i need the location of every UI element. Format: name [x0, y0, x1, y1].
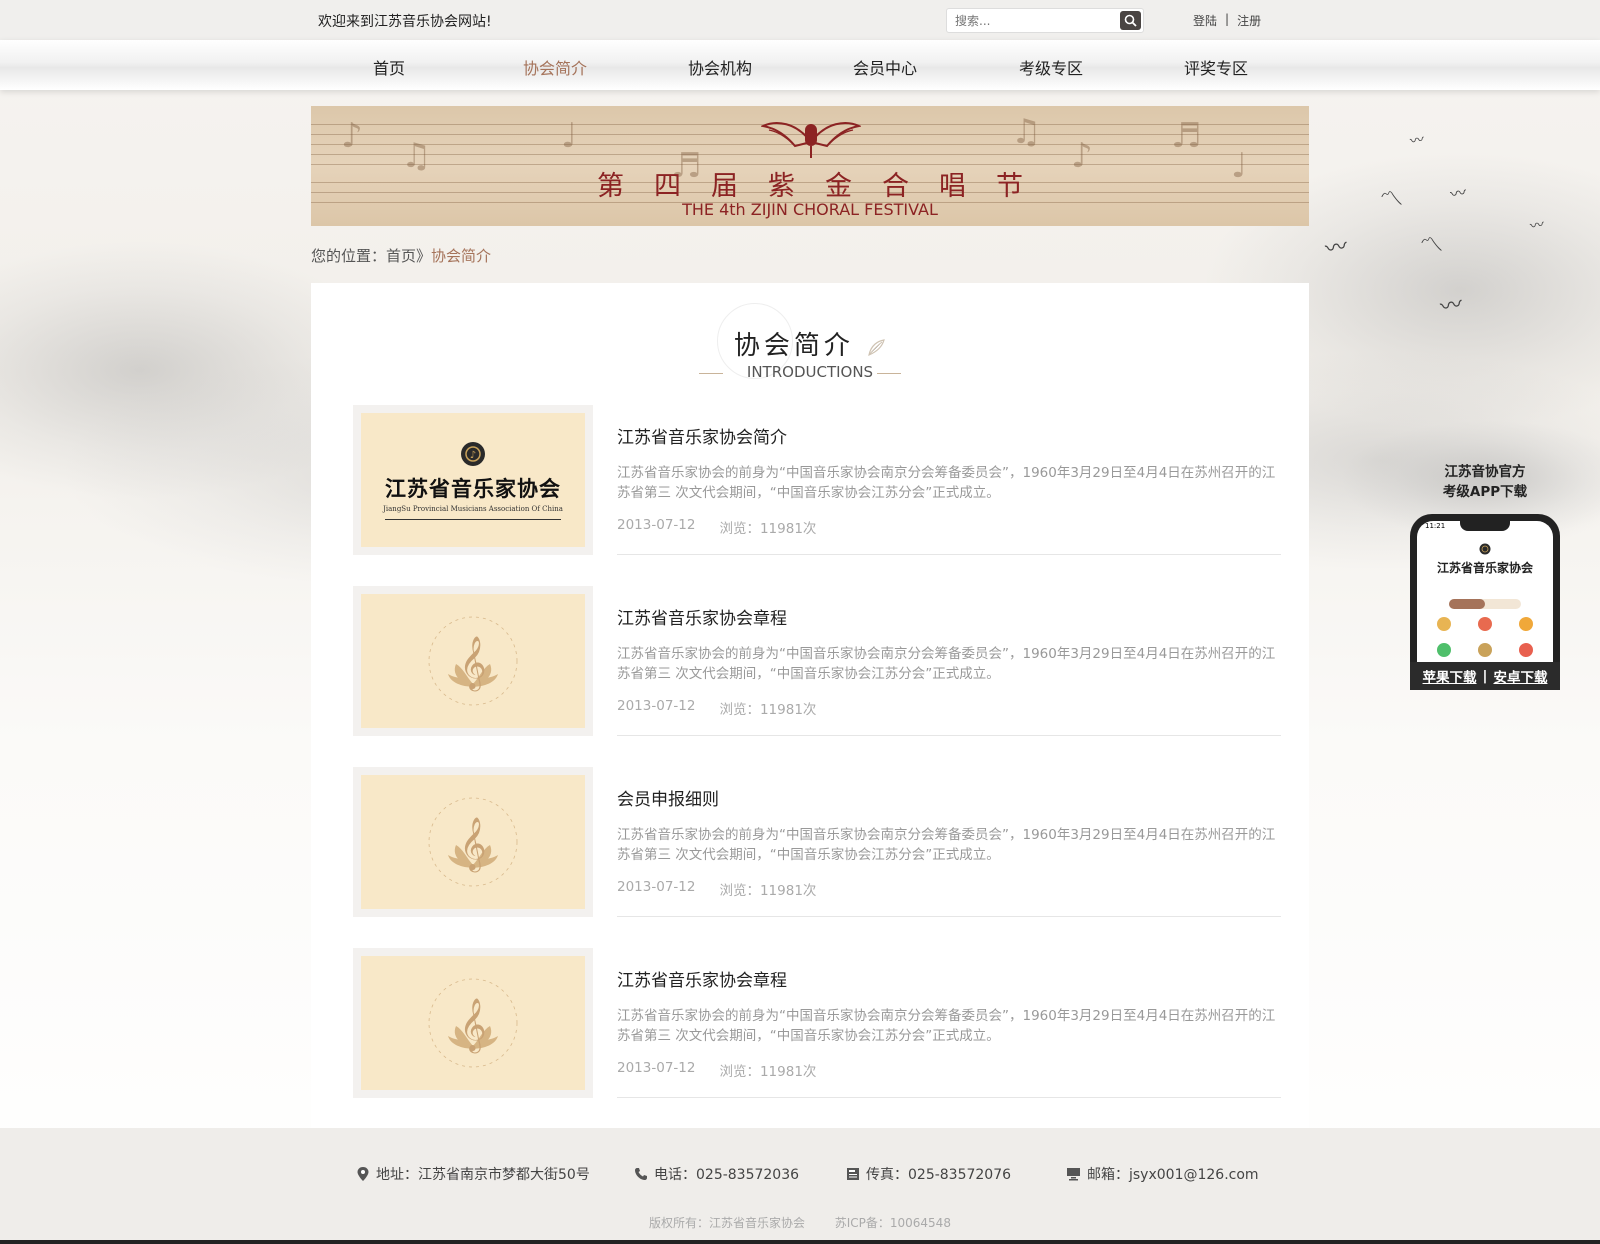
svg-text:𝄞: 𝄞	[459, 635, 486, 691]
wing-microphone-logo	[761, 122, 861, 158]
article-thumbnail[interactable]: 𝄞	[353, 586, 593, 736]
auth-links: 登陆 | 注册	[1193, 12, 1261, 29]
footer: 地址：江苏省南京市梦都大街50号 电话：025-83572036 传真：025-…	[0, 1128, 1600, 1244]
leaf-icon	[868, 339, 885, 357]
phone-time: 11:21	[1425, 522, 1446, 530]
ios-download-link[interactable]: 苹果下载	[1423, 666, 1477, 686]
nav-exam-zone[interactable]: 考级专区	[1019, 55, 1083, 79]
article-divider	[617, 916, 1281, 917]
article-thumbnail[interactable]: 𝄞	[353, 767, 593, 917]
app-download-links: 苹果下载 | 安卓下载	[1410, 662, 1560, 690]
article-item[interactable]: 𝄞 江苏省音乐家协会章程 江苏省音乐家协会的前身为“中国音乐家协会南京分会筹备委…	[353, 948, 1283, 1098]
breadcrumb-prefix: 您的位置：	[311, 247, 387, 265]
article-description: 江苏省音乐家协会的前身为“中国音乐家协会南京分会筹备委员会”，1960年3月29…	[617, 827, 1276, 863]
register-link[interactable]: 注册	[1237, 12, 1261, 29]
article-item[interactable]: ♪ 江苏省音乐家协会 JiangSu Provincial Musicians …	[353, 405, 1283, 555]
app-download-panel: 江苏音协官方 考级APP下载 11:21 江苏省音乐家协会 苹果下载 | 安卓下…	[1408, 462, 1562, 690]
banner-subtitle: THE 4th ZIJIN CHORAL FESTIVAL	[682, 200, 938, 219]
thumbnail-logo-text: 江苏省音乐家协会	[385, 475, 561, 501]
breadcrumb-separator: 》	[416, 247, 432, 265]
treble-clef-lotus-logo-icon: 𝄞	[428, 797, 518, 887]
nav-organization[interactable]: 协会机构	[688, 55, 752, 79]
article-meta: 2013-07-12 浏览：11981次	[617, 698, 816, 718]
computer-icon	[1067, 1168, 1080, 1181]
welcome-text: 欢迎来到江苏音乐协会网站!	[318, 14, 492, 30]
app-download-title: 江苏音协官方 考级APP下载	[1442, 464, 1528, 500]
location-pin-icon	[357, 1167, 369, 1181]
phone-emblem-icon	[1479, 543, 1491, 555]
article-date: 2013-07-12	[617, 1060, 696, 1076]
fax-icon	[847, 1168, 859, 1180]
phone-app-brand: 江苏省音乐家协会	[1436, 561, 1533, 575]
auth-separator: |	[1225, 12, 1230, 26]
article-title[interactable]: 江苏省音乐家协会章程	[617, 604, 787, 629]
article-description: 江苏省音乐家协会的前身为“中国音乐家协会南京分会筹备委员会”，1960年3月29…	[617, 465, 1276, 501]
article-thumbnail[interactable]: ♪ 江苏省音乐家协会 JiangSu Provincial Musicians …	[353, 405, 593, 555]
article-title[interactable]: 江苏省音乐家协会简介	[617, 423, 787, 448]
footer-email: 邮箱：jsyx001@126.com	[1066, 1164, 1259, 1184]
article-meta: 2013-07-12 浏览：11981次	[617, 879, 816, 899]
thumbnail-logo-subtext: JiangSu Provincial Musicians Association…	[383, 504, 563, 513]
search-button[interactable]	[1120, 11, 1141, 30]
article-item[interactable]: 𝄞 会员申报细则 江苏省音乐家协会的前身为“中国音乐家协会南京分会筹备委员会”，…	[353, 767, 1283, 917]
page-bottom-bar	[0, 1240, 1600, 1244]
footer-address: 地址：江苏省南京市梦都大街50号	[356, 1164, 590, 1184]
content-panel: 协会简介 INTRODUCTIONS ♪ 江苏省音乐家协会 JiangSu Pr…	[311, 283, 1309, 1128]
section-title: 协会简介	[311, 325, 1309, 362]
svg-text:𝄞: 𝄞	[459, 997, 486, 1053]
copyright: 版权所有：江苏省音乐家协会 苏ICP备：10064548	[0, 1214, 1600, 1231]
article-views: 浏览：11981次	[719, 521, 817, 537]
search-icon	[1124, 14, 1137, 27]
banner-title: 第四届紫金合唱节	[597, 171, 1053, 202]
breadcrumb: 您的位置：首页》协会简介	[311, 245, 491, 266]
search-input[interactable]	[947, 13, 1117, 28]
festival-banner[interactable]: ♪ ♫ ♩ ♬ ♫ ♪ ♬ ♩ 第四届紫金合唱节 THE 4th ZIJIN C…	[311, 106, 1309, 226]
main-nav: 首页 协会简介 协会机构 会员中心 考级专区 评奖专区	[0, 40, 1600, 90]
article-date: 2013-07-12	[617, 517, 696, 533]
article-divider	[617, 735, 1281, 736]
article-thumbnail[interactable]: 𝄞	[353, 948, 593, 1098]
article-views: 浏览：11981次	[719, 883, 817, 899]
nav-member-center[interactable]: 会员中心	[853, 55, 917, 79]
nav-home[interactable]: 首页	[373, 55, 405, 79]
article-title[interactable]: 会员申报细则	[617, 785, 719, 810]
breadcrumb-home[interactable]: 首页	[386, 247, 416, 265]
treble-clef-lotus-logo-icon: 𝄞	[428, 978, 518, 1068]
treble-clef-lotus-logo-icon: 𝄞	[428, 616, 518, 706]
nav-about[interactable]: 协会简介	[523, 55, 587, 79]
search-box	[946, 8, 1144, 33]
article-divider	[617, 1097, 1281, 1098]
svg-text:𝄞: 𝄞	[459, 816, 486, 872]
phone-mockup: 11:21 江苏省音乐家协会 苹果下载 | 安卓下载	[1410, 514, 1560, 690]
article-views: 浏览：11981次	[719, 702, 817, 718]
breadcrumb-current: 协会简介	[431, 247, 492, 265]
section-line-right	[877, 373, 901, 374]
article-title[interactable]: 江苏省音乐家协会章程	[617, 966, 787, 991]
icp-number[interactable]: 苏ICP备：10064548	[835, 1216, 951, 1230]
association-emblem-icon: ♪	[461, 441, 485, 466]
article-meta: 2013-07-12 浏览：11981次	[617, 1060, 816, 1080]
phone-icon	[635, 1168, 647, 1180]
article-item[interactable]: 𝄞 江苏省音乐家协会章程 江苏省音乐家协会的前身为“中国音乐家协会南京分会筹备委…	[353, 586, 1283, 736]
article-description: 江苏省音乐家协会的前身为“中国音乐家协会南京分会筹备委员会”，1960年3月29…	[617, 1008, 1276, 1044]
footer-fax: 传真：025-83572076	[846, 1164, 1011, 1184]
footer-phone: 电话：025-83572036	[634, 1164, 799, 1184]
article-views: 浏览：11981次	[719, 1064, 817, 1080]
android-download-link[interactable]: 安卓下载	[1493, 666, 1547, 686]
section-subtitle: INTRODUCTIONS	[746, 363, 874, 381]
top-bar: 欢迎来到江苏音乐协会网站! 登陆 | 注册	[0, 0, 1600, 40]
article-date: 2013-07-12	[617, 698, 696, 714]
app-link-divider: |	[1482, 668, 1488, 684]
login-link[interactable]: 登陆	[1193, 12, 1217, 29]
article-divider	[617, 554, 1281, 555]
nav-award-zone[interactable]: 评奖专区	[1184, 55, 1248, 79]
copyright-owner: 版权所有：江苏省音乐家协会	[649, 1216, 806, 1230]
article-meta: 2013-07-12 浏览：11981次	[617, 517, 816, 537]
article-description: 江苏省音乐家协会的前身为“中国音乐家协会南京分会筹备委员会”，1960年3月29…	[617, 646, 1276, 682]
svg-text:♪: ♪	[470, 450, 476, 461]
article-date: 2013-07-12	[617, 879, 696, 895]
